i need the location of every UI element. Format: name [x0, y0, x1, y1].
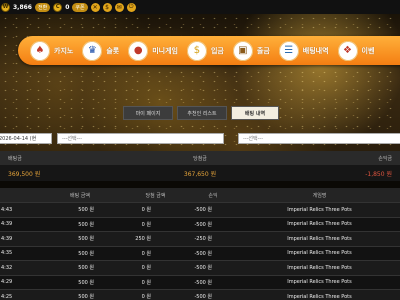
row-win-amount: 250 원: [135, 236, 151, 243]
summary-win-value: 367,650 원: [183, 170, 217, 178]
table-row: 4:39 500 원 0 원 -500 원 Imperial Relics Three …: [0, 217, 400, 232]
row-time: 4:39: [1, 235, 13, 242]
bet-history-table: 배팅 금액 당첨 금액 손익 게임명 4:43 500 원 0 원 -500 원 Imp…: [0, 188, 400, 300]
summary-win-header: 당첨금: [193, 155, 207, 162]
coin-icon: ₩: [1, 2, 10, 12]
main-navigation: ♠ 카지노 ♛ 슬롯 ● 미니게임 $ 입금 ▣ 출금 ☰ 배팅내역 ❖ 이벤: [18, 36, 400, 65]
mypage-tabs: 마이 페이지 추천인 리스트 배팅 내역: [123, 106, 279, 120]
withdraw-wallet-icon: ▣: [232, 40, 253, 61]
summary-profit-header: 손익금: [378, 155, 392, 162]
gift-icon: ❖: [337, 40, 358, 61]
row-game-name: Imperial Relics Three Pots: [287, 221, 352, 228]
row-bet-amount: 500 원: [78, 236, 94, 243]
row-win-amount: 0 원: [141, 250, 151, 257]
row-time: 4:25: [1, 293, 13, 300]
row-bet-amount: 500 원: [78, 221, 94, 228]
nav-item-slot[interactable]: ♛ 슬롯: [82, 40, 120, 61]
points-value: 3,866: [13, 3, 32, 11]
table-row: 4:43 500 원 0 원 -500 원 Imperial Relics Three …: [0, 203, 400, 218]
nav-item-bet-history[interactable]: ☰ 배팅내역: [278, 40, 329, 61]
row-time: 4:32: [1, 264, 13, 271]
row-game-name: Imperial Relics Three Pots: [287, 235, 352, 242]
nav-label: 슬롯: [106, 46, 120, 55]
nav-item-casino[interactable]: ♠ 카지노: [30, 40, 74, 61]
money-icon[interactable]: $: [102, 2, 112, 12]
row-time: 4:43: [1, 206, 13, 213]
summary-header: 배팅금 당첨금 손익금: [0, 151, 400, 165]
power-icon[interactable]: ⏻: [126, 2, 136, 12]
table-row: 4:25 500 원 0 원 -500 원 Imperial Relics Three …: [0, 290, 400, 300]
summary-profit-value: -1,850 원: [365, 170, 392, 178]
tab-my-page[interactable]: 마이 페이지: [123, 106, 173, 120]
coupon-icon: C: [53, 2, 63, 12]
nav-item-deposit[interactable]: $ 입금: [186, 40, 224, 61]
top-status-bar: ₩ 3,866 전환 C 0 쿠폰 ✕ $ ✉ ⏻: [0, 0, 400, 14]
row-game-name: Imperial Relics Three Pots: [287, 279, 352, 286]
row-win-amount: 0 원: [141, 221, 151, 228]
coupon-button[interactable]: 쿠폰: [72, 2, 88, 12]
row-profit: -500 원: [194, 279, 212, 286]
row-win-amount: 0 원: [141, 265, 151, 272]
row-profit: -500 원: [194, 207, 212, 214]
col-game-header: 게임명: [312, 192, 327, 199]
table-row: 4:29 500 원 0 원 -500 원 Imperial Relics Three …: [0, 275, 400, 290]
row-game-name: Imperial Relics Three Pots: [287, 250, 352, 257]
row-bet-amount: 500 원: [78, 250, 94, 257]
bet-summary: 배팅금 당첨금 손익금 369,500 원 367,650 원 -1,850 원: [0, 151, 400, 181]
row-profit: -500 원: [194, 294, 212, 300]
nav-item-event[interactable]: ❖ 이벤: [337, 40, 375, 61]
nav-label: 이벤: [361, 46, 375, 55]
row-profit: -500 원: [194, 221, 212, 228]
nav-item-minigame[interactable]: ● 미니게임: [128, 40, 178, 61]
row-game-name: Imperial Relics Three Pots: [287, 293, 352, 300]
nav-label: 미니게임: [152, 46, 178, 55]
row-game-name: Imperial Relics Three Pots: [287, 206, 352, 213]
coupon-value: 0: [65, 3, 70, 11]
row-bet-amount: 500 원: [78, 265, 94, 272]
col-bet-header: 배팅 금액: [70, 192, 90, 199]
row-bet-amount: 500 원: [78, 207, 94, 214]
table-row: 4:32 500 원 0 원 -500 원 Imperial Relics Three …: [0, 261, 400, 276]
row-time: 4:35: [1, 250, 13, 257]
row-win-amount: 0 원: [141, 279, 151, 286]
slot-icon: ♛: [82, 40, 103, 61]
row-bet-amount: 500 원: [78, 279, 94, 286]
convert-button[interactable]: 전환: [34, 2, 51, 12]
casino-chip-icon: ♠: [30, 40, 50, 61]
message-icon[interactable]: ✉: [114, 2, 124, 12]
row-profit: -500 원: [194, 265, 212, 272]
tab-referral-list[interactable]: 추천인 리스트: [177, 106, 227, 120]
nav-item-withdraw[interactable]: ▣ 출금: [232, 40, 270, 61]
nav-label: 카지노: [54, 46, 74, 55]
row-profit: -250 원: [194, 236, 212, 243]
table-row: 4:35 500 원 0 원 -500 원 Imperial Relics Three …: [0, 246, 400, 261]
col-win-header: 당첨 금액: [145, 192, 166, 199]
col-profit-header: 손익: [208, 192, 218, 199]
row-win-amount: 0 원: [141, 207, 151, 214]
row-bet-amount: 500 원: [78, 294, 94, 300]
row-profit: -500 원: [194, 250, 212, 257]
table-row: 4:39 500 원 250 원 -250 원 Imperial Relics Thre…: [0, 232, 400, 247]
summary-values: 369,500 원 367,650 원 -1,850 원: [0, 165, 400, 181]
minigame-icon: ●: [128, 40, 149, 61]
bet-history-icon: ☰: [278, 40, 299, 61]
nav-label: 출금: [256, 46, 270, 55]
date-field[interactable]: 2026-04-14 (현: [0, 133, 52, 144]
game-provider-select[interactable]: ---선택---: [238, 133, 400, 144]
row-win-amount: 0 원: [141, 294, 151, 300]
row-game-name: Imperial Relics Three Pots: [287, 264, 352, 271]
table-header: 배팅 금액 당첨 금액 손익 게임명: [0, 188, 400, 203]
nav-label: 입금: [210, 46, 224, 55]
tab-bet-history[interactable]: 배팅 내역: [231, 106, 279, 120]
filter-row: 2026-04-14 (현 ---선택--- ---선택---: [0, 133, 400, 145]
nav-label: 배팅내역: [302, 46, 329, 55]
tools-icon[interactable]: ✕: [90, 2, 100, 12]
game-category-select[interactable]: ---선택---: [57, 133, 224, 144]
row-time: 4:39: [1, 221, 13, 228]
deposit-coins-icon: $: [186, 40, 207, 61]
table-body: 4:43 500 원 0 원 -500 원 Imperial Relics Three …: [0, 203, 400, 300]
row-time: 4:29: [1, 279, 13, 286]
